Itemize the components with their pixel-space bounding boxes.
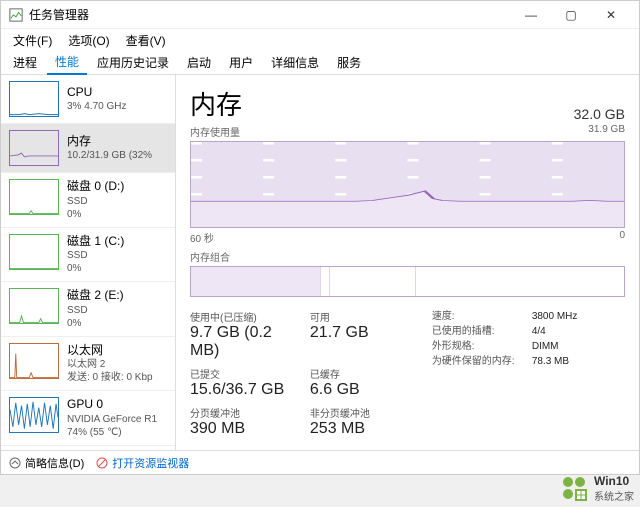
disk2-sparkline: [9, 288, 59, 324]
sidebar: CPU3% 4.70 GHz 内存10.2/31.9 GB (32% 磁盘 0 …: [1, 75, 176, 450]
ethernet-sparkline: [9, 343, 59, 379]
main-panel: 内存 32.0 GB 内存使用量 31.9 GB 60 秒 0 内存组合: [176, 75, 639, 450]
page-title: 内存: [190, 85, 242, 122]
scale-right: 0: [619, 230, 625, 245]
memory-usage-graph: [190, 141, 625, 228]
app-icon: [9, 8, 23, 22]
form-value: DIMM: [532, 339, 559, 354]
inuse-value: 9.7 GB (0.2 MB): [190, 324, 302, 360]
sidebar-memory-title: 内存: [67, 134, 152, 150]
scale-left: 60 秒: [190, 230, 214, 245]
cached-value: 6.6 GB: [310, 381, 422, 399]
sidebar-item-memory[interactable]: 内存10.2/31.9 GB (32%: [1, 124, 175, 173]
form-key: 外形规格:: [432, 339, 532, 354]
nonpaged-label: 非分页缓冲池: [310, 405, 422, 420]
memory-sparkline: [9, 130, 59, 166]
reserved-value: 78.3 MB: [532, 354, 569, 369]
cached-label: 已缓存: [310, 366, 422, 381]
win-logo-icon: [562, 476, 588, 502]
watermark-title: Win10: [594, 475, 634, 488]
sidebar-item-disk1[interactable]: 磁盘 1 (C:)SSD0%: [1, 228, 175, 283]
tab-processes[interactable]: 进程: [5, 51, 45, 74]
composition-label: 内存组合: [190, 249, 625, 264]
tab-startup[interactable]: 启动: [179, 51, 219, 74]
speed-key: 速度:: [432, 309, 532, 324]
minimize-button[interactable]: ―: [511, 2, 551, 28]
sidebar-disk2-title: 磁盘 2 (E:): [67, 288, 124, 304]
stats: 使用中(已压缩)9.7 GB (0.2 MB) 可用21.7 GB 已提交15.…: [190, 309, 625, 444]
monitor-icon: [96, 457, 108, 469]
slots-value: 4/4: [532, 324, 546, 339]
sidebar-cpu-title: CPU: [67, 85, 126, 101]
sidebar-item-gpu[interactable]: GPU 0NVIDIA GeForce R174% (55 ℃): [1, 391, 175, 446]
task-manager-window: 任务管理器 ― ▢ ✕ 文件(F) 选项(O) 查看(V) 进程 性能 应用历史…: [0, 0, 640, 475]
paged-label: 分页缓冲池: [190, 405, 302, 420]
close-button[interactable]: ✕: [591, 2, 631, 28]
footer: 简略信息(D) 打开资源监视器: [1, 450, 639, 474]
titlebar: 任务管理器 ― ▢ ✕: [1, 1, 639, 29]
tab-apphistory[interactable]: 应用历史记录: [89, 51, 177, 74]
watermark-sub: 系统之家: [594, 488, 634, 503]
sidebar-gpu-title: GPU 0: [67, 397, 157, 413]
disk0-sparkline: [9, 179, 59, 215]
sidebar-cpu-sub: 3% 4.70 GHz: [67, 100, 126, 113]
avail-label: 可用: [310, 309, 422, 324]
cpu-sparkline: [9, 81, 59, 117]
memory-capacity: 32.0 GB: [574, 106, 625, 122]
sidebar-item-ethernet[interactable]: 以太网以太网 2发送: 0 接收: 0 Kbp: [1, 337, 175, 392]
sidebar-disk0-title: 磁盘 0 (D:): [67, 179, 124, 195]
committed-value: 15.6/36.7 GB: [190, 381, 302, 399]
menu-options[interactable]: 选项(O): [62, 30, 115, 51]
watermark: Win10系统之家: [562, 475, 634, 503]
open-resource-monitor-link[interactable]: 打开资源监视器: [96, 455, 189, 471]
tab-services[interactable]: 服务: [329, 51, 369, 74]
nonpaged-value: 253 MB: [310, 420, 422, 438]
usage-label: 内存使用量: [190, 124, 240, 139]
sidebar-ethernet-title: 以太网: [67, 343, 153, 359]
inuse-label: 使用中(已压缩): [190, 309, 302, 324]
paged-value: 390 MB: [190, 420, 302, 438]
speed-value: 3800 MHz: [532, 309, 578, 324]
gpu-sparkline: [9, 397, 59, 433]
disk1-sparkline: [9, 234, 59, 270]
tab-users[interactable]: 用户: [221, 51, 261, 74]
maximize-button[interactable]: ▢: [551, 2, 591, 28]
slots-key: 已使用的插槽:: [432, 324, 532, 339]
fewer-details-button[interactable]: 简略信息(D): [9, 455, 84, 471]
committed-label: 已提交: [190, 366, 302, 381]
reserved-key: 为硬件保留的内存:: [432, 354, 532, 369]
sidebar-memory-sub: 10.2/31.9 GB (32%: [67, 149, 152, 162]
sidebar-item-disk2[interactable]: 磁盘 2 (E:)SSD0%: [1, 282, 175, 337]
window-title: 任务管理器: [29, 6, 511, 23]
avail-value: 21.7 GB: [310, 324, 422, 342]
usage-max: 31.9 GB: [588, 124, 625, 139]
tab-performance[interactable]: 性能: [47, 50, 87, 75]
chevron-up-icon: [9, 457, 21, 469]
sidebar-item-cpu[interactable]: CPU3% 4.70 GHz: [1, 75, 175, 124]
tab-details[interactable]: 详细信息: [263, 51, 327, 74]
menubar: 文件(F) 选项(O) 查看(V): [1, 29, 639, 51]
sidebar-item-disk0[interactable]: 磁盘 0 (D:)SSD0%: [1, 173, 175, 228]
menu-view[interactable]: 查看(V): [120, 30, 172, 51]
memory-composition-graph: [190, 266, 625, 297]
tabbar: 进程 性能 应用历史记录 启动 用户 详细信息 服务: [1, 51, 639, 75]
sidebar-disk1-title: 磁盘 1 (C:): [67, 234, 124, 250]
menu-file[interactable]: 文件(F): [7, 30, 58, 51]
